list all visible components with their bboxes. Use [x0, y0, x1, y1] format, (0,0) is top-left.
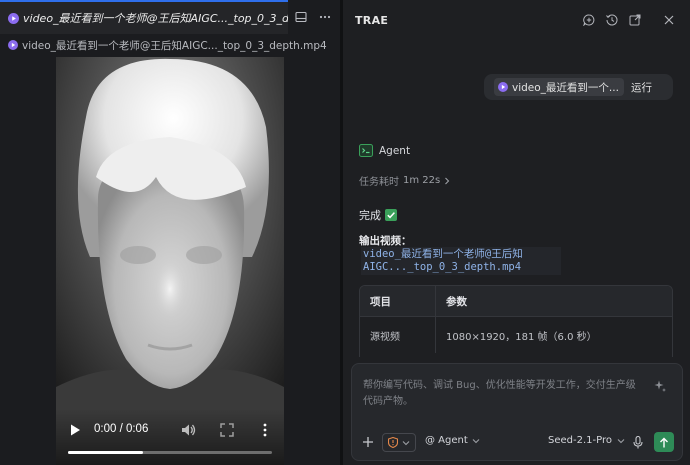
chat-input-placeholder: 帮你编写代码、调试 Bug、优化性能等开发工作，交付生产级代码产物。: [363, 380, 636, 407]
video-progress-bar[interactable]: [68, 451, 272, 454]
chevron-down-icon: [402, 440, 410, 445]
status-text: 完成: [359, 209, 381, 222]
agent-header: Agent: [359, 144, 410, 157]
split-editor-icon[interactable]: [295, 11, 307, 23]
table-cell: 1080×1920，181 帧（6.0 秒）: [446, 331, 597, 343]
model-selector-label: Seed-2.1-Pro: [548, 435, 612, 446]
params-table: 项目 参数 源视频 1080×1920，181 帧（6.0 秒）: [359, 285, 673, 357]
status-line: 完成: [359, 207, 397, 223]
video-progress-fill: [68, 451, 144, 454]
video-controls: 0:00 / 0:06: [56, 409, 284, 465]
table-row: 源视频 1080×1920，181 帧（6.0 秒）: [360, 317, 672, 353]
chevron-right-icon: [445, 177, 450, 184]
open-external-icon[interactable]: [629, 14, 641, 26]
panel-header: TRAE: [343, 0, 690, 40]
breadcrumb-label: video_最近看到一个老师@王后知AIGC..._top_0_3_depth.…: [22, 39, 327, 52]
microphone-icon[interactable]: [633, 436, 643, 449]
video-file-icon: [8, 40, 18, 50]
mode-selector-label: @ Agent: [425, 435, 468, 446]
check-icon: [385, 209, 397, 221]
more-vertical-icon[interactable]: [262, 423, 268, 437]
video-player[interactable]: 0:00 / 0:06: [56, 57, 284, 465]
plus-icon[interactable]: [362, 436, 374, 448]
video-file-icon: [498, 82, 508, 92]
output-file-path[interactable]: video_最近看到一个老师@王后知AIGC..._top_0_3_depth.…: [361, 247, 561, 275]
history-icon[interactable]: [606, 14, 618, 26]
close-icon[interactable]: [663, 14, 675, 26]
mode-selector[interactable]: @ Agent: [425, 435, 480, 446]
table-header-cell: 参数: [446, 295, 467, 308]
video-time: 0:00 / 0:06: [94, 423, 149, 435]
file-chip-label: video_最近看到一个...: [512, 81, 619, 94]
table-header-cell: 项目: [360, 286, 436, 316]
more-icon[interactable]: [319, 11, 331, 23]
play-icon[interactable]: [68, 423, 82, 437]
breadcrumb[interactable]: video_最近看到一个老师@王后知AIGC..._top_0_3_depth.…: [0, 34, 340, 56]
chat-input-toolbar: @ Agent Seed-2.1-Pro: [352, 430, 684, 456]
table-header-row: 项目 参数: [360, 286, 672, 317]
model-selector[interactable]: Seed-2.1-Pro: [548, 435, 625, 446]
arrow-up-icon: [660, 437, 668, 447]
file-chip[interactable]: video_最近看到一个...: [494, 78, 624, 96]
panel-title: TRAE: [355, 14, 389, 27]
panel-header-actions: [583, 14, 641, 26]
send-button[interactable]: [654, 432, 674, 452]
fullscreen-icon[interactable]: [220, 423, 234, 437]
editor-actions: [295, 0, 331, 34]
agent-name: Agent: [379, 144, 411, 157]
add-chat-icon[interactable]: [583, 14, 595, 26]
output-label: 输出视频：: [359, 235, 412, 247]
volume-icon[interactable]: [180, 422, 196, 438]
task-duration-label: 任务耗时: [359, 177, 399, 188]
task-duration[interactable]: 任务耗时 1m 22s: [359, 173, 451, 188]
permission-selector[interactable]: [382, 433, 416, 452]
trae-panel: TRAE video_最近看到一个... 运行 Agent 任务耗时 1m 22…: [343, 0, 690, 465]
chat-input[interactable]: 帮你编写代码、调试 Bug、优化性能等开发工作，交付生产级代码产物。 @ Age…: [351, 363, 683, 461]
agent-icon: [359, 144, 373, 157]
chevron-down-icon: [617, 438, 625, 443]
user-message-text: 运行: [630, 81, 652, 94]
chevron-down-icon: [472, 438, 480, 443]
video-file-icon: [8, 12, 19, 24]
task-duration-value: 1m 22s: [403, 175, 441, 186]
editor-tab-bar: video_最近看到一个老师@王后知AIGC..._top_0_3_depth.…: [0, 0, 340, 34]
sparkle-icon[interactable]: [654, 380, 666, 392]
editor-tab-title: video_最近看到一个老师@王后知AIGC..._top_0_3_depth.…: [23, 12, 288, 25]
user-message: video_最近看到一个... 运行: [484, 74, 673, 100]
table-cell: 源视频: [360, 317, 436, 353]
depth-map-frame: [56, 57, 284, 465]
shield-icon: [388, 437, 398, 448]
editor-tab[interactable]: video_最近看到一个老师@王后知AIGC..._top_0_3_depth.…: [0, 0, 288, 34]
video-preview-pane: video_最近看到一个老师@王后知AIGC..._top_0_3_depth.…: [0, 0, 340, 465]
